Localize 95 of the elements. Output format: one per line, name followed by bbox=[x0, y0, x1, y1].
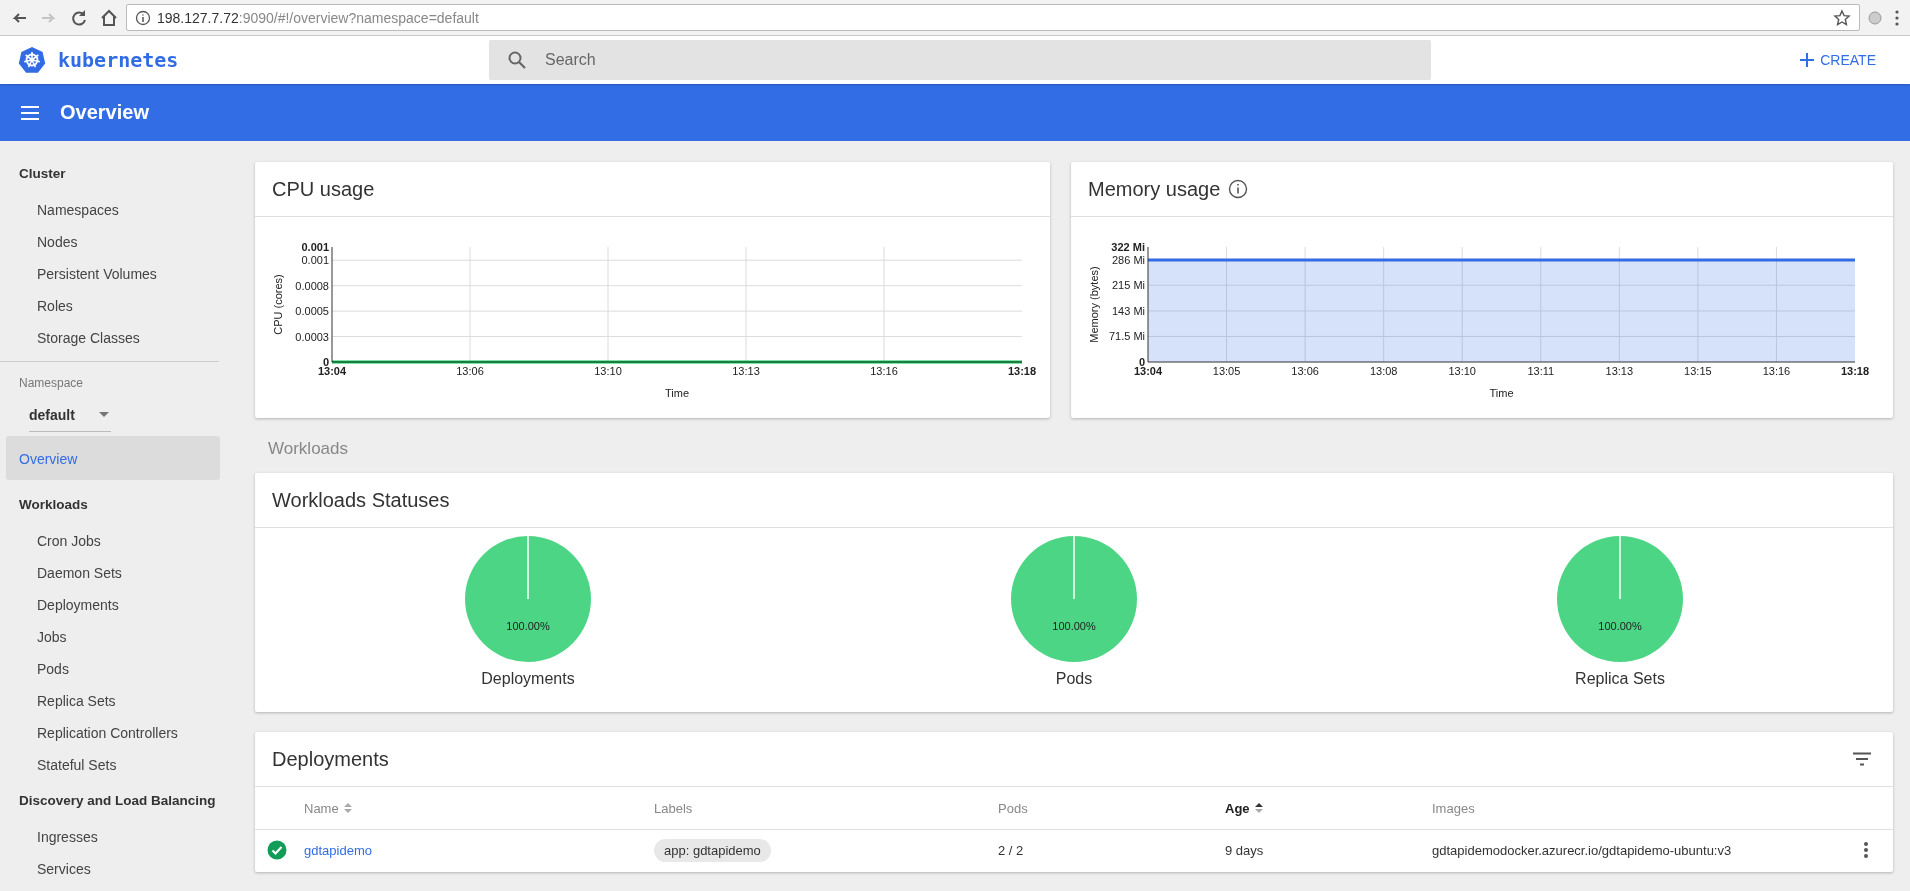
sidebar-item[interactable]: Overview bbox=[6, 436, 220, 480]
x-axis-title: Time bbox=[1489, 387, 1514, 399]
y-tick-label: 215 Mi bbox=[1111, 279, 1145, 292]
column-header: Images bbox=[1432, 800, 1475, 816]
sidebar-item[interactable]: Nodes bbox=[6, 225, 219, 257]
x-tick-label: 13:18 bbox=[1007, 365, 1037, 377]
x-tick-label: 13:10 bbox=[1448, 365, 1476, 377]
sidebar-item[interactable]: Jobs bbox=[6, 620, 219, 652]
slice-divider bbox=[1619, 535, 1621, 600]
x-tick-label: 13:05 bbox=[1212, 365, 1241, 377]
create-button[interactable]: CREATE bbox=[1796, 46, 1880, 74]
label-chip: app: gdtapidemo bbox=[654, 838, 771, 862]
row-menu-button[interactable] bbox=[1861, 839, 1871, 861]
section-heading: Workloads bbox=[267, 438, 349, 460]
y-axis-title: CPU (cores) bbox=[272, 274, 284, 335]
sidebar-item[interactable]: Replication Controllers bbox=[6, 716, 219, 748]
namespace-dropdown[interactable]: default bbox=[29, 398, 111, 432]
pie-title: Pods bbox=[1055, 670, 1093, 688]
sidebar-item[interactable]: Roles bbox=[6, 289, 219, 321]
x-tick-label: 13:11 bbox=[1527, 365, 1555, 377]
more-icon bbox=[1863, 841, 1869, 859]
namespace-label: Namespace bbox=[18, 375, 85, 390]
table-cell: 2 / 2 bbox=[998, 842, 1024, 858]
sidebar-item[interactable]: Cluster bbox=[6, 153, 219, 193]
sidebar-item[interactable]: Persistent Volumes bbox=[6, 257, 219, 289]
sidebar-item[interactable]: Deployments bbox=[6, 588, 219, 620]
sidebar-item[interactable]: Replica Sets bbox=[6, 684, 219, 716]
x-tick-label: 13:08 bbox=[1369, 365, 1398, 377]
y-tick-label: 0 bbox=[1138, 356, 1145, 368]
x-tick-label: 13:13 bbox=[1605, 365, 1634, 377]
x-tick-label: 13:18 bbox=[1840, 365, 1870, 377]
page-title: Overview bbox=[60, 101, 149, 124]
slice-divider bbox=[527, 535, 529, 600]
x-tick-label: 13:16 bbox=[1762, 365, 1791, 377]
y-tick-label: 0.0005 bbox=[295, 305, 329, 318]
y-tick-label: 71.5 Mi bbox=[1108, 330, 1145, 343]
card-title: Memory usage bbox=[1088, 177, 1221, 201]
column-header: Pods bbox=[998, 800, 1028, 816]
sidebar-item[interactable]: Pods bbox=[6, 652, 219, 684]
y-tick-label: 322 Mi bbox=[1111, 241, 1145, 253]
caret-icon bbox=[99, 411, 109, 418]
x-tick-label: 13:04 bbox=[1133, 365, 1163, 377]
y-tick-label: 143 Mi bbox=[1111, 304, 1145, 317]
table-cell: 9 days bbox=[1225, 842, 1264, 858]
y-tick-label: 0 bbox=[322, 356, 329, 368]
sidebar-item[interactable]: Daemon Sets bbox=[6, 556, 219, 588]
sidebar-item[interactable]: Discovery and Load Balancing bbox=[6, 780, 219, 820]
search-icon bbox=[507, 50, 527, 70]
y-tick-label: 286 Mi bbox=[1111, 253, 1145, 266]
menu-button[interactable] bbox=[20, 104, 40, 121]
sidebar-item[interactable]: Storage Classes bbox=[6, 321, 219, 353]
plus-icon bbox=[1800, 53, 1815, 67]
pie-title: Deployments bbox=[481, 670, 575, 688]
info-icon bbox=[135, 9, 151, 26]
x-axis-title: Time bbox=[665, 387, 689, 399]
pie-value-label: 100.00% bbox=[1598, 620, 1642, 632]
card-title: Workloads Statuses bbox=[272, 488, 450, 512]
y-tick-label: 0.001 bbox=[301, 241, 329, 253]
search-field[interactable]: Search bbox=[489, 40, 1431, 80]
y-axis-title: Memory (bytes) bbox=[1088, 266, 1100, 343]
slice-divider bbox=[1073, 535, 1075, 600]
y-tick-label: 0.001 bbox=[301, 254, 329, 267]
pie-value-label: 100.00% bbox=[1052, 620, 1096, 632]
sidebar-item[interactable]: Ingresses bbox=[6, 820, 219, 852]
column-header[interactable]: Age bbox=[1225, 800, 1264, 816]
x-tick-label: 13:04 bbox=[317, 365, 347, 377]
x-tick-label: 13:15 bbox=[1684, 365, 1712, 377]
column-header: Labels bbox=[654, 800, 693, 816]
x-tick-label: 13:16 bbox=[870, 365, 898, 377]
x-tick-label: 13:06 bbox=[456, 365, 484, 377]
info-icon[interactable] bbox=[1228, 179, 1249, 199]
table-cell: gdtapidemodocker.azurecr.io/gdtapidemo-ubuntu:v3 bbox=[1432, 842, 1732, 858]
card-title: CPU usage bbox=[272, 177, 375, 201]
sidebar-item[interactable]: Workloads bbox=[6, 484, 219, 524]
deployment-name-link[interactable]: gdtapidemo bbox=[304, 842, 372, 858]
card-title: Deployments bbox=[272, 747, 389, 771]
pie-value-label: 100.00% bbox=[506, 620, 550, 632]
address-bar[interactable]: 198.127.7.72:9090/#!/overview?namespace=default bbox=[126, 4, 1860, 31]
helm-wheel-logo-icon[interactable] bbox=[18, 46, 46, 74]
sidebar-item[interactable]: Cron Jobs bbox=[6, 524, 219, 556]
filter-icon bbox=[1852, 752, 1872, 766]
menu-icon bbox=[20, 104, 40, 121]
x-tick-label: 13:13 bbox=[732, 365, 760, 377]
brand-name[interactable]: kubernetes bbox=[58, 48, 179, 72]
column-header[interactable]: Name bbox=[304, 800, 353, 816]
star-icon[interactable] bbox=[1833, 8, 1851, 27]
y-tick-label: 0.0003 bbox=[295, 330, 329, 343]
pie-title: Replica Sets bbox=[1575, 670, 1665, 688]
url-text: 198.127.7.72:9090/#!/overview?namespace=default bbox=[157, 9, 480, 26]
y-tick-label: 0.0008 bbox=[295, 279, 329, 292]
x-tick-label: 13:10 bbox=[594, 365, 622, 377]
x-tick-label: 13:06 bbox=[1291, 365, 1319, 377]
sidebar-item[interactable]: Services bbox=[6, 852, 219, 884]
sidebar-item[interactable]: Stateful Sets bbox=[6, 748, 219, 780]
sidebar-item[interactable]: Namespaces bbox=[6, 193, 219, 225]
